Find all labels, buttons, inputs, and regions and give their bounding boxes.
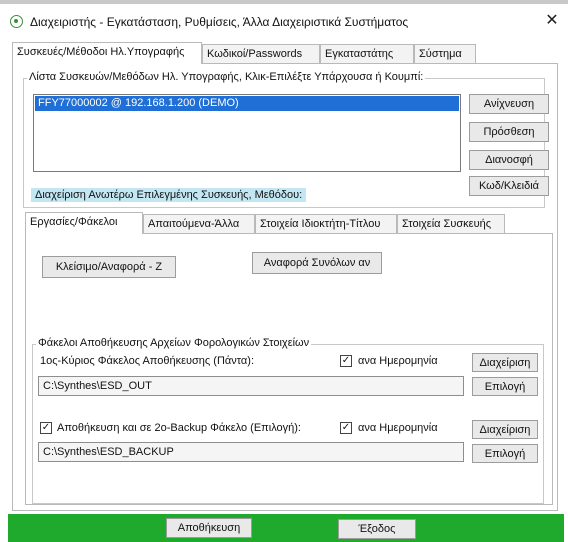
close-report-z-button[interactable]: Κλείσιμο/Αναφορά - Ζ	[42, 256, 176, 278]
window-title: Διαχειριστής - Εγκατάσταση, Ρυθμίσεις, Ά…	[30, 15, 409, 29]
primary-by-date-label: ανα Ημερομηνία	[358, 355, 438, 367]
close-icon[interactable]: ✕	[542, 11, 562, 31]
backup-select-button[interactable]: Επιλογή	[472, 444, 538, 463]
tab-devices-methods[interactable]: Συσκευές/Μέθοδοι Ηλ.Υπογραφής	[12, 42, 202, 64]
backup-folder-label: Αποθήκευση και σε 2ο-Backup Φάκελο (Επιλ…	[57, 422, 301, 434]
primary-manage-button[interactable]: Διαχείριση	[472, 353, 538, 372]
folders-group-title: Φάκελοι Αποθήκευσης Αρχείων Φορολογικών …	[36, 337, 312, 349]
tasks-folders-panel: Κλείσιμο/Αναφορά - Ζ Αναφορά Συνόλων αν …	[25, 233, 553, 505]
subtab-tasks-folders[interactable]: Εργασίες/Φάκελοι	[25, 212, 143, 234]
detect-button[interactable]: Ανίχνευση	[469, 94, 549, 114]
primary-by-date-checkbox[interactable]: ✓	[340, 355, 352, 367]
backup-by-date-checkbox[interactable]: ✓	[340, 422, 352, 434]
tab-installer[interactable]: Εγκαταστάτης	[320, 44, 414, 64]
primary-folder-label: 1ος-Κύριος Φάκελος Αποθήκευσης (Πάντα):	[40, 355, 255, 367]
manage-selected-device-label: Διαχείριση Ανωτέρω Επιλεγμένης Συσκευής,…	[31, 188, 307, 202]
devices-tab-panel: Λίστα Συσκευών/Μεθόδων Ηλ. Υπογραφής, Κλ…	[12, 63, 558, 511]
totals-report-button[interactable]: Αναφορά Συνόλων αν	[252, 252, 382, 274]
subtab-owner-info[interactable]: Στοιχεία Ιδιοκτήτη-Τίτλου	[255, 214, 397, 234]
tab-system[interactable]: Σύστημα	[414, 44, 476, 64]
tab-passwords[interactable]: Κωδικοί/Passwords	[202, 44, 320, 64]
primary-path-field[interactable]: C:\Synthes\ESD_OUT	[38, 376, 464, 396]
device-list-title: Λίστα Συσκευών/Μεθόδων Ηλ. Υπογραφής, Κλ…	[27, 71, 426, 83]
backup-path-field[interactable]: C:\Synthes\ESD_BACKUP	[38, 442, 464, 462]
backup-manage-button[interactable]: Διαχείριση	[472, 420, 538, 439]
save-button[interactable]: Αποθήκευση	[166, 518, 252, 538]
add-device-button[interactable]: Πρόσθεση	[469, 122, 549, 142]
app-logo-icon	[10, 15, 23, 28]
device-codes-button[interactable]: Κωδ/Κλειδιά	[469, 176, 549, 196]
dialog-client-area: Συσκευές/Μέθοδοι Ηλ.Υπογραφής Κωδικοί/Pa…	[8, 36, 564, 514]
subtab-requirements[interactable]: Απαιτούμενα-Άλλα	[143, 214, 255, 234]
subtab-device-info[interactable]: Στοιχεία Συσκευής	[397, 214, 505, 234]
primary-select-button[interactable]: Επιλογή	[472, 377, 538, 396]
backup-folder-checkbox[interactable]: ✓	[40, 422, 52, 434]
backup-by-date-label: ανα Ημερομηνία	[358, 422, 438, 434]
title-bar: Διαχειριστής - Εγκατάσταση, Ρυθμίσεις, Ά…	[0, 4, 568, 36]
exit-button[interactable]: Έξοδος	[338, 519, 416, 539]
device-list[interactable]: FFY77000002 @ 192.168.1.200 (DEMO)	[33, 94, 461, 172]
list-item[interactable]: FFY77000002 @ 192.168.1.200 (DEMO)	[35, 96, 459, 111]
delete-device-button[interactable]: Διανοσφή	[469, 150, 549, 170]
footer-bar: Αποθήκευση Έξοδος	[8, 514, 564, 542]
